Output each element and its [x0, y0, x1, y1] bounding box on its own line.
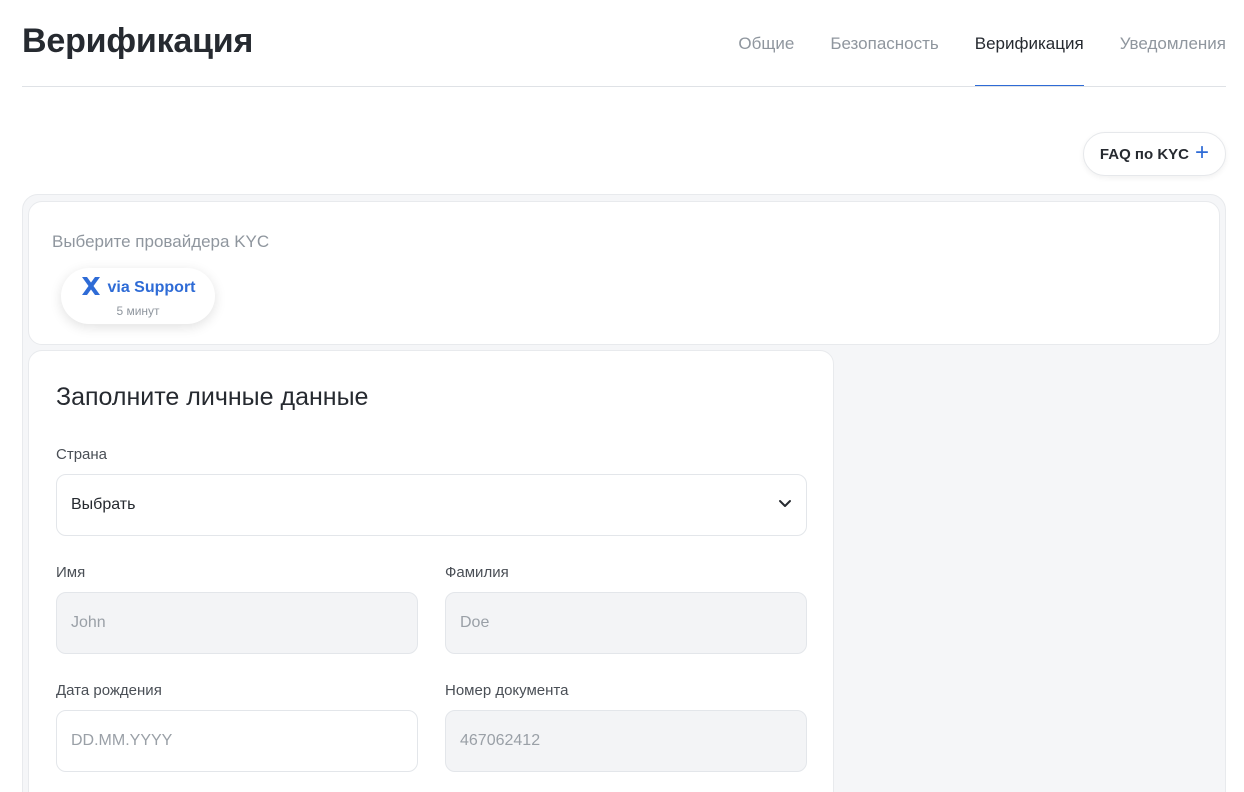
faq-kyc-button[interactable]: FAQ по KYC + [1082, 132, 1226, 176]
form-title: Заполните личные данные [56, 383, 369, 411]
document-number-value: 467062412 [460, 732, 541, 749]
provider-duration: 5 минут [116, 303, 160, 318]
provider-via-support-button[interactable]: via Support 5 минут [61, 268, 215, 324]
birth-date-placeholder: DD.MM.YYYY [71, 732, 173, 749]
page-title: Верификация [22, 22, 254, 60]
settings-tabs: Общие Безопасность Верификация Уведомлен… [738, 0, 1226, 88]
country-label: Страна [56, 446, 108, 463]
provider-card: Выберите провайдера KYC via Support 5 ми… [28, 201, 1220, 345]
last-name-value: Doe [460, 614, 490, 631]
personal-data-form: Заполните личные данные Страна Выбрать И… [28, 350, 834, 792]
faq-kyc-label: FAQ по KYC [1099, 145, 1189, 163]
tab-verification[interactable]: Верификация [974, 0, 1084, 88]
country-select[interactable]: Выбрать [56, 474, 807, 536]
document-number-label: Номер документа [445, 682, 569, 699]
first-name-value: John [71, 614, 106, 631]
last-name-label: Фамилия [445, 564, 509, 581]
provider-name: via Support [107, 279, 196, 296]
first-name-label: Имя [56, 564, 86, 581]
tab-security[interactable]: Безопасность [830, 0, 938, 88]
provider-label: Выберите провайдера KYC [52, 232, 270, 251]
document-number-field[interactable]: 467062412 [445, 710, 807, 772]
tab-general[interactable]: Общие [738, 0, 794, 88]
chevron-down-icon [778, 496, 792, 514]
x-logo-icon [80, 275, 102, 302]
verification-panel: Выберите провайдера KYC via Support 5 ми… [22, 194, 1226, 792]
birth-date-field[interactable]: DD.MM.YYYY [56, 710, 418, 772]
header-divider [22, 86, 1226, 87]
first-name-field[interactable]: John [56, 592, 418, 654]
last-name-field[interactable]: Doe [445, 592, 807, 654]
tab-notifications[interactable]: Уведомления [1120, 0, 1226, 88]
birth-date-label: Дата рождения [56, 682, 162, 699]
plus-icon: + [1194, 139, 1209, 166]
country-select-value: Выбрать [71, 496, 136, 513]
